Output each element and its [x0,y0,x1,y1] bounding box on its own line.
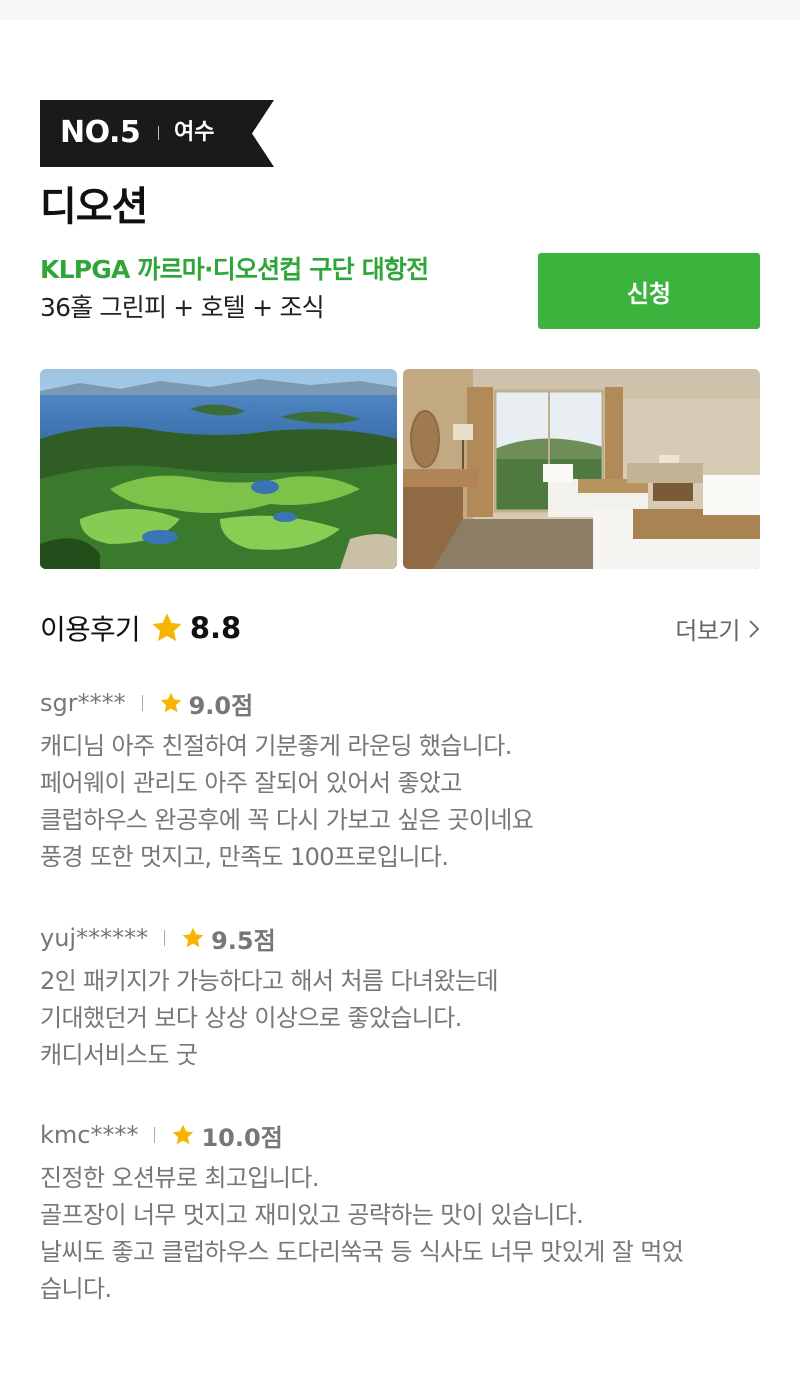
reviewer-name: yuj****** [40,924,149,952]
review-line: 2인 패키지가 가능하다고 해서 처름 다녀왔는데 [40,967,499,995]
region-label: 여수 [174,120,215,145]
chevron-right-icon [749,619,760,638]
review-meta: yuj****** 9.5점 [40,921,760,955]
review-meta: sgr**** 9.0점 [40,686,760,720]
rank-divider [158,126,159,140]
meta-divider [141,695,143,711]
review-line: 골프장이 너무 멋지고 재미있고 공략하는 맛이 있습니다. [40,1201,584,1229]
review-line: 풍경 또한 멋지고, 만족도 100프로입니다. [40,843,449,871]
review-item: yuj****** 9.5점 2인 패키지가 가능하다고 해서 처름 다녀왔는데… [40,921,760,1074]
hotel-room-photo[interactable] [403,369,760,569]
review-text: 캐디님 아주 친절하여 기분좋게 라운딩 했습니다. 페어웨이 관리도 아주 잘… [40,728,760,876]
meta-divider [154,1127,156,1143]
review-line: 페어웨이 관리도 아주 잘되어 있어서 좋았고 [40,769,462,797]
review-line: 캐디서비스도 굿 [40,1041,198,1069]
meta-divider [164,930,166,946]
more-label: 더보기 [675,617,740,645]
course-title: 디오션 [40,184,148,230]
rank-number: NO.5 [60,115,141,150]
review-line: 기대했던거 보다 상상 이상으로 좋았습니다. [40,1004,462,1032]
review-score: 9.5점 [211,926,276,955]
reviews-header: 이용후기 8.8 [40,607,241,649]
star-icon [182,927,204,948]
review-item: kmc**** 10.0점 진정한 오션뷰로 최고입니다. 골프장이 너무 멋지… [40,1118,760,1308]
golf-course-photo[interactable] [40,369,397,569]
review-line: 습니다. [40,1275,112,1303]
reviewer-name: sgr**** [40,689,126,717]
average-score: 8.8 [189,611,242,645]
review-line: 클럽하우스 완공후에 꼭 다시 가보고 싶은 곳이네요 [40,806,534,834]
review-score: 9.0점 [188,691,254,720]
review-meta: kmc**** 10.0점 [40,1118,760,1152]
review-line: 캐디님 아주 친절하여 기분좋게 라운딩 했습니다. [40,732,512,760]
star-icon [173,1124,194,1145]
star-icon [152,613,182,642]
reviewer-name: kmc**** [40,1121,139,1149]
review-item: sgr**** 9.0점 캐디님 아주 친절하여 기분좋게 라운딩 했습니다. … [40,686,760,876]
apply-button[interactable]: 신청 [538,253,760,329]
package-description: 36홀 그린피 + 호텔 + 조식 [40,293,325,322]
status-bar [0,0,800,20]
reviews-title: 이용후기 [40,613,141,646]
review-line: 진정한 오션뷰로 최고입니다. [40,1164,319,1192]
review-text: 진정한 오션뷰로 최고입니다. 골프장이 너무 멋지고 재미있고 공략하는 맛이… [40,1160,760,1308]
event-name: KLPGA 까르마·디오션컵 구단 대항전 [40,255,429,284]
rank-ribbon: NO.5 여수 [40,100,274,167]
more-reviews-link[interactable]: 더보기 [675,611,760,646]
review-score: 10.0점 [201,1123,283,1152]
star-icon [160,692,181,713]
review-text: 2인 패키지가 가능하다고 해서 처름 다녀왔는데 기대했던거 보다 상상 이상… [40,963,760,1074]
review-line: 날씨도 좋고 클럽하우스 도다리쑥국 등 식사도 너무 맛있게 잘 먹었 [40,1238,684,1266]
